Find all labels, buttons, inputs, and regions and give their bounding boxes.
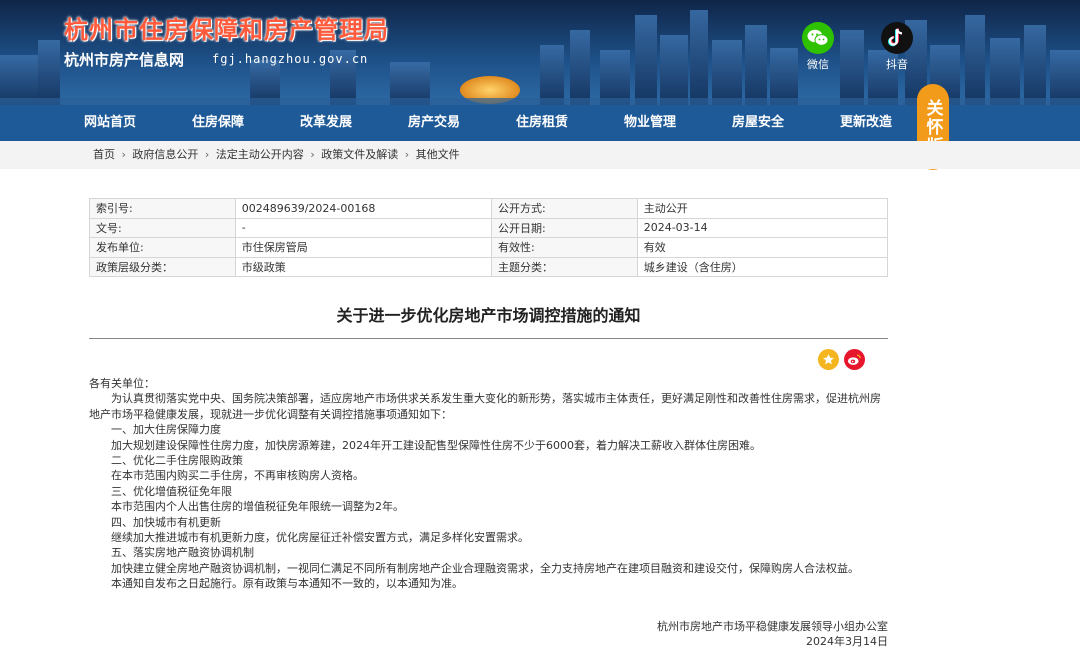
article-title: 关于进一步优化房地产市场调控措施的通知 xyxy=(336,306,641,325)
signature-block: 杭州市房地产市场平稳健康发展领导小组办公室 2024年3月14日 xyxy=(657,619,888,649)
weibo-icon xyxy=(847,354,861,365)
breadcrumb: 首页 › 政府信息公开 › 法定主动公开内容 › 政策文件及解读 › 其他文件 xyxy=(93,141,460,169)
info-value: 市级政策 xyxy=(234,256,493,277)
info-key: 索引号: xyxy=(89,198,236,219)
nav-item-property-trade[interactable]: 房产交易 xyxy=(380,105,488,141)
article-body: 各有关单位： 为认真贯彻落实党中央、国务院决策部署，适应房地产市场供求关系发生重大… xyxy=(89,376,888,592)
signature-date: 2024年3月14日 xyxy=(806,635,888,648)
article-paragraph: 二、优化二手住房限购政策 xyxy=(111,454,243,468)
douyin-icon xyxy=(881,22,913,54)
site-subtitle: 杭州市房产信息网 xyxy=(64,51,185,69)
breadcrumb-separator: › xyxy=(121,148,126,161)
breadcrumb-statutory[interactable]: 法定主动公开内容 xyxy=(216,148,304,161)
article-paragraph: 四、加快城市有机更新 xyxy=(111,515,221,529)
wechat-icon xyxy=(802,22,834,54)
breadcrumb-separator: › xyxy=(310,148,315,161)
info-value: 主动公开 xyxy=(636,198,889,219)
article-paragraph: 加快建立健全房地产融资协调机制，一视同仁满足不同所有制房地产企业合理融资需求，全… xyxy=(111,561,859,575)
article-paragraph: 各有关单位： xyxy=(89,377,155,390)
article-paragraph: 继续加大推进城市有机更新力度，优化房屋征迁补偿安置方式，满足多样化安置需求。 xyxy=(111,531,529,545)
nav-item-building-safety[interactable]: 房屋安全 xyxy=(704,105,812,141)
info-key: 主题分类： xyxy=(491,256,638,277)
douyin-link[interactable]: 抖音 xyxy=(875,22,919,72)
article-paragraph: 一、加大住房保障力度 xyxy=(111,423,221,437)
breadcrumb-home[interactable]: 首页 xyxy=(93,148,115,161)
article-paragraph: 在本市范围内购买二手住房，不再审核购房人资格。 xyxy=(111,469,364,483)
info-table-row: 发布单位: 市住保房管局 有效性: 有效 xyxy=(89,237,889,258)
nav-item-housing-security[interactable]: 住房保障 xyxy=(164,105,272,141)
info-key: 政策层级分类： xyxy=(89,256,236,277)
breadcrumb-other-docs[interactable]: 其他文件 xyxy=(416,148,460,161)
site-domain: fgj.hangzhou.gov.cn xyxy=(212,52,369,66)
star-icon xyxy=(823,354,834,365)
wechat-label: 微信 xyxy=(807,58,829,71)
info-key: 公开日期: xyxy=(491,217,638,238)
nav-item-renewal[interactable]: 更新改造 xyxy=(812,105,920,141)
info-key: 文号: xyxy=(89,217,236,238)
article-paragraph: 本通知自发布之日起施行。原有政策与本通知不一致的，以本通知为准。 xyxy=(111,577,463,591)
breadcrumb-gov-info[interactable]: 政府信息公开 xyxy=(132,148,198,161)
site-title: 杭州市住房保障和房产管理局 xyxy=(64,15,389,44)
nav-item-home[interactable]: 网站首页 xyxy=(56,105,164,141)
info-table-row: 文号: - 公开日期: 2024-03-14 xyxy=(89,217,889,238)
info-table-row: 政策层级分类： 市级政策 主题分类： 城乡建设（含住房） xyxy=(89,256,889,277)
info-key: 公开方式: xyxy=(491,198,638,219)
weibo-share-button[interactable] xyxy=(844,349,865,370)
article-paragraph: 为认真贯彻落实党中央、国务院决策部署，适应房地产市场供求关系发生重大变化的新形势… xyxy=(89,392,881,421)
breadcrumb-separator: › xyxy=(204,148,210,161)
breadcrumb-separator: › xyxy=(404,148,410,161)
info-value: 2024-03-14 xyxy=(636,217,889,238)
info-value: 城乡建设（含住房） xyxy=(636,256,889,277)
article-paragraph: 三、优化增值税征免年限 xyxy=(111,484,232,498)
breadcrumb-policy-docs[interactable]: 政策文件及解读 xyxy=(321,148,398,161)
article-paragraph: 加大规划建设保障性住房力度，加快房源筹建，2024年开工建设配售型保障性住房不少… xyxy=(111,438,761,452)
signature-organization: 杭州市房地产市场平稳健康发展领导小组办公室 xyxy=(657,620,888,633)
article-paragraph: 本市范围内个人出售住房的增值税征免年限统一调整为2年。 xyxy=(111,500,404,514)
info-key: 有效性: xyxy=(491,237,638,258)
info-value: - xyxy=(234,217,493,238)
nav-item-property-management[interactable]: 物业管理 xyxy=(596,105,704,141)
article-paragraph: 五、落实房地产融资协调机制 xyxy=(111,546,254,560)
douyin-label: 抖音 xyxy=(886,58,908,71)
info-table-row: 索引号: 002489639/2024-00168 公开方式: 主动公开 xyxy=(89,198,889,219)
info-value: 市住保房管局 xyxy=(234,237,493,258)
site-banner: 杭州市住房保障和房产管理局 杭州市房产信息网 fgj.hangzhou.gov.… xyxy=(0,0,1080,105)
favorite-button[interactable] xyxy=(818,349,839,370)
wechat-link[interactable]: 微信 xyxy=(796,22,840,72)
info-key: 发布单位: xyxy=(89,237,236,258)
nav-item-rental[interactable]: 住房租赁 xyxy=(488,105,596,141)
breadcrumb-bar: 首页 › 政府信息公开 › 法定主动公开内容 › 政策文件及解读 › 其他文件 xyxy=(0,141,1080,169)
info-value: 有效 xyxy=(636,237,889,258)
document-info-table: 索引号: 002489639/2024-00168 公开方式: 主动公开 文号: - 公开日… xyxy=(89,198,889,277)
title-divider xyxy=(89,338,888,339)
info-value: 002489639/2024-00168 xyxy=(234,198,493,219)
nav-item-reform[interactable]: 改革发展 xyxy=(272,105,380,141)
